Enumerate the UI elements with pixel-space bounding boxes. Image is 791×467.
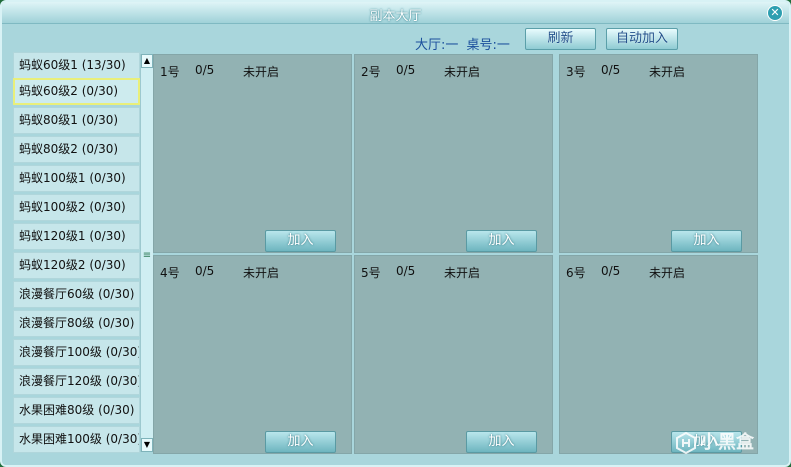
scroll-thumb[interactable]: ≡ (142, 250, 152, 262)
table-status: 未开启 (243, 266, 280, 280)
refresh-button[interactable]: 刷新 (525, 28, 596, 50)
dungeon-list: 蚂蚁60级1 (13/30) 蚂蚁60级2 (0/30) 蚂蚁80级1 (0/3… (13, 52, 141, 453)
close-icon: ✕ (770, 6, 780, 19)
heybox-watermark: 小黑盒 (674, 429, 754, 457)
heybox-logo-icon (676, 431, 696, 455)
table-count: 0/5 (601, 63, 621, 77)
list-scrollbar[interactable]: ▲ ≡ ▼ (140, 54, 153, 452)
table-number: 4号 (160, 266, 180, 280)
table-panel: 1号 0/5 未开启 加入 (153, 54, 352, 253)
table-status: 未开启 (444, 65, 481, 79)
hall-info: 大厅:一 桌号:一 (415, 34, 514, 53)
table-count: 0/5 (195, 63, 215, 77)
join-button[interactable]: 加入 (466, 230, 537, 252)
table-number: 1号 (160, 65, 180, 79)
table-panel: 2号 0/5 未开启 加入 (354, 54, 553, 253)
join-button[interactable]: 加入 (265, 431, 336, 453)
scroll-up-button[interactable]: ▲ (141, 54, 153, 68)
window-title: 副本大厅 (369, 9, 422, 24)
table-number: 2号 (361, 65, 381, 79)
table-count: 0/5 (601, 264, 621, 278)
dungeon-list-item[interactable]: 蚂蚁80级2 (0/30) (13, 136, 140, 163)
table-status: 未开启 (649, 65, 686, 79)
grip-icon: ≡ (142, 250, 152, 261)
dungeon-list-item[interactable]: 蚂蚁120级2 (0/30) (13, 252, 140, 279)
watermark-text: 小黑盒 (700, 432, 754, 453)
scroll-down-button[interactable]: ▼ (141, 438, 153, 452)
auto-join-button[interactable]: 自动加入 (606, 28, 678, 50)
table-status: 未开启 (243, 65, 280, 79)
dungeon-list-item[interactable]: 浪漫餐厅60级 (0/30) (13, 281, 140, 308)
table-grid: 1号 0/5 未开启 加入 2号 0/5 未开启 加入 3号 0/5 未开启 加… (153, 54, 759, 454)
table-status: 未开启 (649, 266, 686, 280)
dungeon-hall-window: 副本大厅 ✕ 大厅:一 桌号:一 刷新 自动加入 蚂蚁60级1 (13/30) … (0, 0, 791, 467)
table-number: 5号 (361, 266, 381, 280)
join-button[interactable]: 加入 (265, 230, 336, 252)
dungeon-list-item[interactable]: 蚂蚁80级1 (0/30) (13, 107, 140, 134)
arrow-up-icon: ▲ (143, 56, 151, 65)
arrow-down-icon: ▼ (143, 440, 151, 449)
table-count: 0/5 (396, 264, 416, 278)
join-button[interactable]: 加入 (466, 431, 537, 453)
table-status: 未开启 (444, 266, 481, 280)
dungeon-list-item[interactable]: 水果困难80级 (0/30) (13, 397, 140, 424)
close-button[interactable]: ✕ (767, 5, 783, 21)
title-bar[interactable]: 副本大厅 ✕ (2, 2, 789, 24)
dungeon-list-item[interactable]: 浪漫餐厅80级 (0/30) (13, 310, 140, 337)
table-panel: 3号 0/5 未开启 加入 (559, 54, 758, 253)
table-count: 0/5 (396, 63, 416, 77)
dungeon-list-item[interactable]: 蚂蚁60级1 (13/30) (13, 52, 140, 79)
table-panel: 4号 0/5 未开启 加入 (153, 255, 352, 454)
dungeon-list-item-selected[interactable]: 蚂蚁60级2 (0/30) (13, 78, 140, 105)
table-count: 0/5 (195, 264, 215, 278)
table-number: 3号 (566, 65, 586, 79)
dungeon-list-item[interactable]: 蚂蚁120级1 (0/30) (13, 223, 140, 250)
table-panel: 6号 0/5 未开启 加入 (559, 255, 758, 454)
table-number: 6号 (566, 266, 586, 280)
dungeon-list-item[interactable]: 蚂蚁100级2 (0/30) (13, 194, 140, 221)
dungeon-list-item[interactable]: 浪漫餐厅100级 (0/30) (13, 339, 140, 366)
dungeon-list-item[interactable]: 浪漫餐厅120级 (0/30) (13, 368, 140, 395)
hall-label: 大厅:一 (415, 38, 459, 53)
table-label: 桌号:一 (466, 38, 510, 53)
table-panel: 5号 0/5 未开启 加入 (354, 255, 553, 454)
join-button[interactable]: 加入 (671, 230, 742, 252)
dungeon-list-item[interactable]: 水果困难100级 (0/30) (13, 426, 140, 453)
dungeon-list-item[interactable]: 蚂蚁100级1 (0/30) (13, 165, 140, 192)
